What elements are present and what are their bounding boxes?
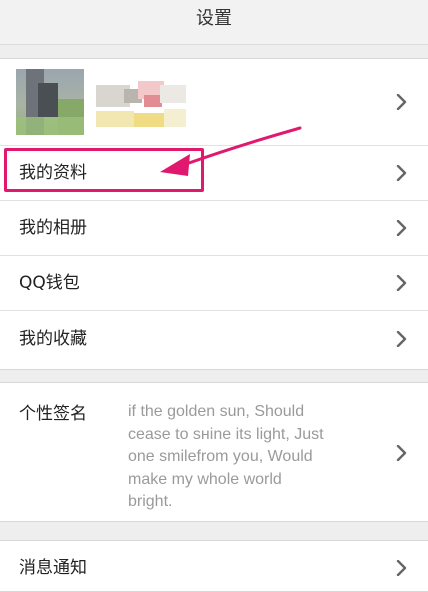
signature-line: make my whole world (128, 470, 282, 488)
signature-line: one smilefrom you, Would (128, 448, 313, 465)
signature-group: 个性签名 if the golden sun, Should cease to … (0, 382, 428, 522)
signature-text: if the golden sun, Should cease to sнine… (128, 401, 378, 514)
signature-row[interactable]: 个性签名 if the golden sun, Should cease to … (0, 383, 428, 521)
top-bar: 设置 (0, 0, 428, 45)
notifications-group: 消息通知 (0, 540, 428, 592)
menu-item-qq-wallet[interactable]: QQ钱包 (0, 256, 428, 311)
chevron-right-icon (396, 220, 408, 236)
signature-line: if the golden sun, Should (128, 403, 305, 420)
account-group: 我的资料 我的相册 QQ钱包 我的收藏 (0, 58, 428, 370)
chevron-right-icon (396, 165, 408, 181)
avatar[interactable] (16, 69, 84, 135)
signature-label: 个性签名 (19, 404, 87, 424)
account-row[interactable] (0, 59, 428, 146)
menu-item-label: 消息通知 (19, 558, 87, 578)
signature-line: bright. (128, 493, 173, 510)
menu-item-label: 我的相册 (19, 218, 87, 238)
chevron-right-icon (396, 275, 408, 291)
page-title: 设置 (196, 8, 232, 29)
signature-line: cease to sнine its light, Just (128, 425, 324, 443)
chevron-right-icon (396, 445, 408, 461)
chevron-right-icon (396, 560, 408, 576)
menu-item-label: QQ钱包 (19, 273, 80, 293)
annotation-highlight-box (4, 148, 204, 192)
menu-item-my-album[interactable]: 我的相册 (0, 201, 428, 256)
menu-item-my-favorites[interactable]: 我的收藏 (0, 311, 428, 368)
menu-item-label: 我的收藏 (19, 329, 87, 349)
chevron-right-icon (396, 94, 408, 110)
nickname-blurred (96, 79, 186, 131)
chevron-right-icon (396, 331, 408, 347)
